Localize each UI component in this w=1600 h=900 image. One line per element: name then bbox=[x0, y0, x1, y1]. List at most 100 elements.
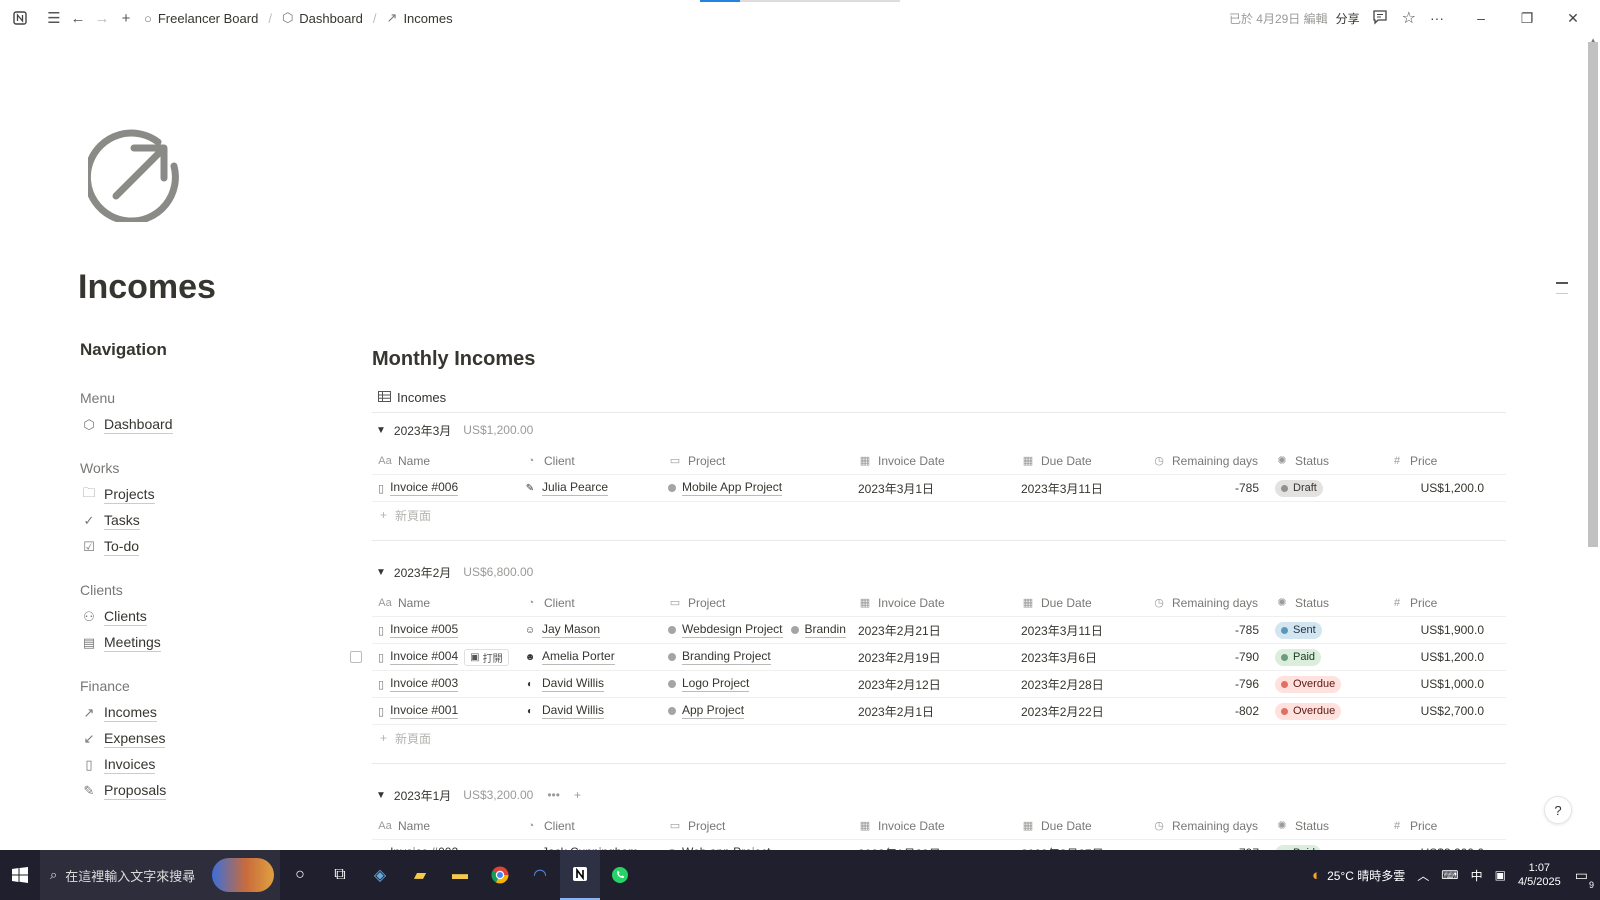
remaining-days-cell[interactable]: -785 bbox=[1146, 623, 1269, 637]
minimize-button[interactable]: – bbox=[1462, 10, 1500, 26]
price-cell[interactable]: US$1,900.0 bbox=[1384, 623, 1484, 637]
weather-text[interactable]: 25°C 晴時多雲 bbox=[1327, 867, 1405, 884]
ime-mode-icon[interactable]: ▣ bbox=[1495, 868, 1506, 882]
project-cell[interactable]: Mobile App Project bbox=[662, 480, 852, 496]
notion-taskbar-icon[interactable] bbox=[560, 850, 600, 900]
price-cell[interactable]: US$1,200.0 bbox=[1384, 650, 1484, 664]
column-header[interactable]: ▭ Project bbox=[662, 819, 852, 833]
column-header[interactable]: ▦ Due Date bbox=[1015, 819, 1146, 833]
column-header[interactable]: # Price bbox=[1384, 454, 1484, 468]
chrome-icon[interactable] bbox=[480, 850, 520, 900]
client-cell[interactable]: ☺ Jay Mason bbox=[518, 622, 662, 638]
client-cell[interactable]: ☻ Amelia Porter bbox=[518, 649, 662, 665]
table-row[interactable]: ▯ Invoice #006 ✎ Julia Pearce Mobile App Pro… bbox=[372, 475, 1506, 502]
copilot-icon[interactable]: ◈ bbox=[360, 850, 400, 900]
nav-item-expenses[interactable]: ↙ Expenses bbox=[80, 726, 320, 752]
close-window-button[interactable]: ✕ bbox=[1554, 10, 1592, 27]
new-page-plus-icon[interactable]: + bbox=[114, 6, 138, 30]
invoice-date-cell[interactable]: 2023年2月12日 bbox=[852, 676, 1015, 693]
task-view-icon[interactable]: ⧉ bbox=[320, 850, 360, 900]
breadcrumb-item[interactable]: ○ Freelancer Board bbox=[144, 11, 258, 26]
nav-item-proposals[interactable]: ✎ Proposals bbox=[80, 778, 320, 804]
client-name[interactable]: Amelia Porter bbox=[542, 649, 615, 665]
client-cell[interactable]: ◐ David Willis bbox=[518, 676, 662, 692]
invoice-date-cell[interactable]: 2023年2月1日 bbox=[852, 703, 1015, 720]
open-page-button[interactable]: ▣ 打開 bbox=[464, 648, 509, 666]
client-name[interactable]: David Willis bbox=[542, 676, 605, 692]
restore-button[interactable]: ❐ bbox=[1508, 10, 1546, 27]
status-cell[interactable]: Overdue bbox=[1269, 675, 1384, 693]
remaining-days-cell[interactable]: -796 bbox=[1146, 677, 1269, 691]
taskbar-search-box[interactable]: ⌕ 在這裡輸入文字來搜尋 bbox=[40, 850, 280, 900]
remaining-days-cell[interactable]: -802 bbox=[1146, 704, 1269, 718]
price-cell[interactable]: US$1,200.0 bbox=[1384, 481, 1484, 495]
column-header[interactable]: ◷ Remaining days bbox=[1146, 454, 1269, 468]
project-name[interactable]: Logo Project bbox=[682, 676, 750, 692]
client-cell[interactable]: ✎ Julia Pearce bbox=[518, 480, 662, 496]
forward-arrow-icon[interactable]: → bbox=[90, 6, 114, 30]
group-add-icon[interactable]: + bbox=[574, 788, 581, 802]
column-header[interactable]: ▭ Project bbox=[662, 596, 852, 610]
whatsapp-icon[interactable] bbox=[600, 850, 640, 900]
column-header[interactable]: ◔ Client bbox=[518, 819, 662, 833]
column-header[interactable]: ◷ Remaining days bbox=[1146, 819, 1269, 833]
due-date-cell[interactable]: 2023年3月11日 bbox=[1015, 622, 1146, 639]
column-header[interactable]: Aa Name bbox=[372, 819, 518, 833]
column-header[interactable]: ◔ Client bbox=[518, 596, 662, 610]
nav-item-projects[interactable]: 🗀 Projects bbox=[80, 482, 320, 508]
row-select-checkbox[interactable] bbox=[350, 651, 362, 663]
project-name[interactable]: Mobile App Project bbox=[682, 480, 783, 496]
column-header[interactable]: ▦ Invoice Date bbox=[852, 596, 1015, 610]
due-date-cell[interactable]: 2023年2月22日 bbox=[1015, 703, 1146, 720]
system-clock[interactable]: 1:07 4/5/2025 bbox=[1518, 861, 1561, 889]
column-header[interactable]: ▦ Due Date bbox=[1015, 596, 1146, 610]
column-header[interactable]: # Price bbox=[1384, 819, 1484, 833]
notification-icon[interactable]: ▭ 9 bbox=[1575, 867, 1594, 890]
keyboard-icon[interactable]: ⌨ bbox=[1441, 868, 1458, 882]
column-header[interactable]: ◔ Client bbox=[518, 454, 662, 468]
client-cell[interactable]: ◐ David Willis bbox=[518, 703, 662, 719]
status-cell[interactable]: Draft bbox=[1269, 479, 1384, 497]
table-row[interactable]: ▯ Invoice #001 ◐ David Willis App Project 202… bbox=[372, 698, 1506, 725]
client-name[interactable]: Jay Mason bbox=[542, 622, 601, 638]
column-header[interactable]: # Price bbox=[1384, 596, 1484, 610]
table-of-contents-indicator[interactable] bbox=[1556, 282, 1568, 284]
new-page-button[interactable]: + 新頁面 bbox=[372, 502, 1506, 528]
table-row[interactable]: ▯ Invoice #005 ☺ Jay Mason Webdesign Project… bbox=[372, 617, 1506, 644]
client-name[interactable]: David Willis bbox=[542, 703, 605, 719]
invoice-date-cell[interactable]: 2023年3月1日 bbox=[852, 480, 1015, 497]
breadcrumb-item[interactable]: ⬡ Dashboard bbox=[282, 10, 363, 26]
due-date-cell[interactable]: 2023年2月28日 bbox=[1015, 676, 1146, 693]
collapse-triangle-icon[interactable]: ▼ bbox=[376, 425, 386, 436]
invoice-date-cell[interactable]: 2023年2月21日 bbox=[852, 622, 1015, 639]
name-cell[interactable]: ▯ Invoice #003 bbox=[372, 676, 518, 692]
nav-item-meetings[interactable]: ▤ Meetings bbox=[80, 630, 320, 656]
invoice-name[interactable]: Invoice #006 bbox=[390, 480, 459, 496]
name-cell[interactable]: ▯ Invoice #006 bbox=[372, 480, 518, 496]
invoice-name[interactable]: Invoice #003 bbox=[390, 676, 459, 692]
column-header[interactable]: ▦ Invoice Date bbox=[852, 819, 1015, 833]
remaining-days-cell[interactable]: -790 bbox=[1146, 650, 1269, 664]
nav-item-dashboard[interactable]: ⬡ Dashboard bbox=[80, 412, 320, 438]
favorite-star-icon[interactable]: ☆ bbox=[1402, 8, 1416, 28]
name-cell[interactable]: ▯ Invoice #001 bbox=[372, 703, 518, 719]
price-cell[interactable]: US$1,000.0 bbox=[1384, 677, 1484, 691]
scrollbar-thumb[interactable] bbox=[1588, 42, 1598, 547]
due-date-cell[interactable]: 2023年3月6日 bbox=[1015, 649, 1146, 666]
group-header[interactable]: ▼ 2023年3月 US$1,200.00 bbox=[372, 413, 1506, 447]
collapse-triangle-icon[interactable]: ▼ bbox=[376, 567, 386, 578]
column-header[interactable]: ▭ Project bbox=[662, 454, 852, 468]
nav-item-clients[interactable]: ⚇ Clients bbox=[80, 604, 320, 630]
more-options-icon[interactable]: ··· bbox=[1430, 10, 1444, 26]
nav-item-incomes[interactable]: ↗ Incomes bbox=[80, 700, 320, 726]
group-more-icon[interactable]: ••• bbox=[547, 788, 560, 802]
name-cell[interactable]: ▯ Invoice #004 ▣ 打開 bbox=[372, 648, 518, 666]
table-row[interactable]: ▯ Invoice #004 ▣ 打開 ☻ Amelia Porter Branding P… bbox=[350, 644, 1506, 671]
file-explorer-icon[interactable]: ▰ bbox=[400, 850, 440, 900]
breadcrumb-item[interactable]: ↗ Incomes bbox=[387, 10, 453, 26]
column-header[interactable]: ✺ Status bbox=[1269, 596, 1384, 610]
browser-arc-icon[interactable]: ◠ bbox=[520, 850, 560, 900]
project-cell[interactable]: Logo Project bbox=[662, 676, 852, 692]
column-header[interactable]: Aa Name bbox=[372, 454, 518, 468]
invoice-name[interactable]: Invoice #005 bbox=[390, 622, 459, 638]
